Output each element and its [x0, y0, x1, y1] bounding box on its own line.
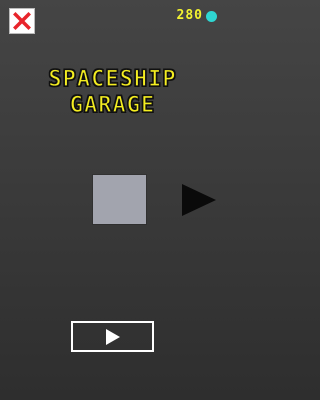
close-x-icon [13, 12, 31, 30]
title-line-spaceship: SPACESHIP [48, 66, 177, 92]
play-icon [105, 328, 120, 345]
spaceship-preview [93, 175, 146, 224]
close-button[interactable] [9, 8, 35, 34]
title-line-garage: GARAGE [69, 92, 156, 118]
right-triangle-icon [182, 184, 216, 216]
next-ship-button[interactable] [181, 183, 217, 217]
coin-count: 280 [176, 8, 203, 23]
coin-balance: 280 [177, 9, 217, 23]
play-button[interactable] [71, 321, 154, 352]
coin-icon [206, 10, 217, 22]
